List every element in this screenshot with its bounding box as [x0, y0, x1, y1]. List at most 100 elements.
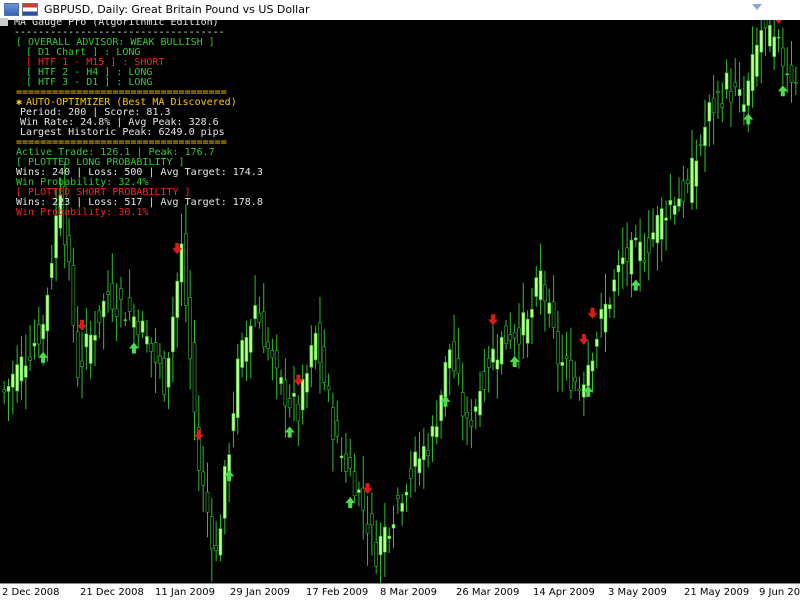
bull-candle — [145, 336, 149, 345]
bull-candle — [495, 359, 500, 370]
short-signal-arrow-icon — [193, 429, 204, 441]
bull-candle — [608, 304, 612, 310]
bear-candle — [426, 449, 430, 457]
bull-candle — [478, 390, 482, 416]
bear-candle — [564, 355, 569, 360]
bull-candle — [391, 524, 396, 529]
window-icon[interactable] — [4, 3, 19, 16]
bull-candle — [633, 237, 638, 241]
bear-candle — [460, 392, 465, 417]
bull-candle — [23, 365, 28, 378]
bear-candle — [110, 283, 115, 310]
time-axis-label: 21 May 2009 — [684, 587, 750, 598]
bear-candle — [720, 103, 725, 108]
bull-candle — [15, 364, 19, 392]
bull-candle — [620, 257, 625, 265]
time-axis: 2 Dec 2008 21 Dec 2008 11 Jan 2009 29 Ja… — [0, 583, 800, 601]
bear-candle — [153, 342, 158, 363]
bull-candle — [590, 360, 595, 372]
bull-candle — [218, 528, 223, 556]
bull-candle — [132, 316, 136, 328]
bear-candle — [158, 355, 162, 364]
bear-candle — [482, 371, 487, 390]
time-axis-label: 9 Jun 2009 — [759, 587, 800, 598]
bull-candle — [521, 312, 526, 336]
time-axis-label: 26 Mar 2009 — [456, 587, 520, 598]
bear-candle — [335, 420, 340, 437]
bull-candle — [305, 373, 309, 393]
bull-candle — [140, 320, 145, 333]
bear-candle — [551, 301, 556, 328]
bull-candle — [240, 340, 244, 368]
bull-candle — [659, 208, 664, 240]
time-axis-label: 3 May 2009 — [608, 587, 667, 598]
short-signal-arrow-icon — [488, 314, 499, 326]
time-axis-label: 11 Jan 2009 — [155, 587, 215, 598]
time-axis-label: 29 Jan 2009 — [230, 587, 290, 598]
long-signal-arrow-icon — [284, 426, 295, 438]
bull-candle — [560, 361, 565, 366]
bear-candle — [210, 516, 214, 550]
bear-candle — [556, 331, 560, 365]
bear-candle — [733, 82, 738, 88]
bull-candle — [45, 294, 50, 332]
bear-candle — [318, 322, 322, 364]
bear-candle — [119, 288, 123, 300]
bear-candle — [261, 311, 266, 348]
bull-candle — [755, 44, 759, 77]
bull-candle — [101, 300, 106, 318]
bull-candle — [383, 526, 387, 553]
bear-candle — [274, 350, 279, 369]
bear-candle — [452, 340, 456, 372]
bull-candle — [309, 345, 314, 368]
bull-candle — [417, 458, 422, 474]
long-signal-arrow-icon — [743, 113, 754, 125]
bear-candle — [214, 545, 218, 552]
bear-candle — [517, 327, 521, 345]
bear-candle — [681, 180, 686, 202]
bull-candle — [776, 36, 781, 39]
bear-candle — [162, 357, 167, 395]
time-axis-label: 8 Mar 2009 — [380, 587, 438, 598]
bear-candle — [192, 342, 197, 413]
bear-candle — [512, 331, 517, 339]
long-signal-arrow-icon — [345, 497, 356, 509]
bull-candle — [690, 157, 694, 203]
bull-candle — [750, 54, 755, 92]
bull-candle — [742, 104, 746, 112]
bull-candle — [595, 338, 599, 347]
time-axis-label: 14 Apr 2009 — [533, 587, 595, 598]
bull-candle — [171, 316, 175, 353]
bull-candle — [253, 305, 257, 319]
bull-candle — [49, 262, 54, 278]
short-signal-arrow-icon — [77, 319, 88, 331]
long-signal-arrow-icon — [630, 279, 641, 291]
bull-candle — [443, 362, 448, 398]
bear-candle — [270, 349, 275, 359]
bear-candle — [348, 457, 353, 469]
bull-candle — [603, 303, 608, 333]
bull-candle — [421, 446, 426, 460]
bear-candle — [80, 360, 84, 367]
bear-candle — [486, 357, 491, 368]
bear-candle — [67, 235, 71, 262]
bear-candle — [344, 453, 348, 472]
long-signal-arrow-icon — [777, 85, 788, 97]
bull-candle — [84, 333, 89, 348]
bull-candle — [612, 279, 616, 292]
bear-candle — [266, 341, 270, 350]
chart-shift-marker-icon[interactable] — [752, 4, 762, 10]
bull-candle — [746, 80, 751, 106]
bear-candle — [361, 487, 366, 511]
bull-candle — [41, 324, 45, 340]
bear-candle — [729, 91, 733, 103]
bear-candle — [716, 90, 720, 93]
bear-candle — [97, 310, 102, 323]
bear-candle — [508, 334, 513, 341]
bull-candle — [387, 535, 391, 539]
bear-candle — [188, 297, 192, 360]
bull-candle — [724, 72, 729, 90]
bear-candle — [794, 81, 798, 84]
bull-candle — [447, 349, 452, 369]
bear-candle — [504, 325, 508, 344]
